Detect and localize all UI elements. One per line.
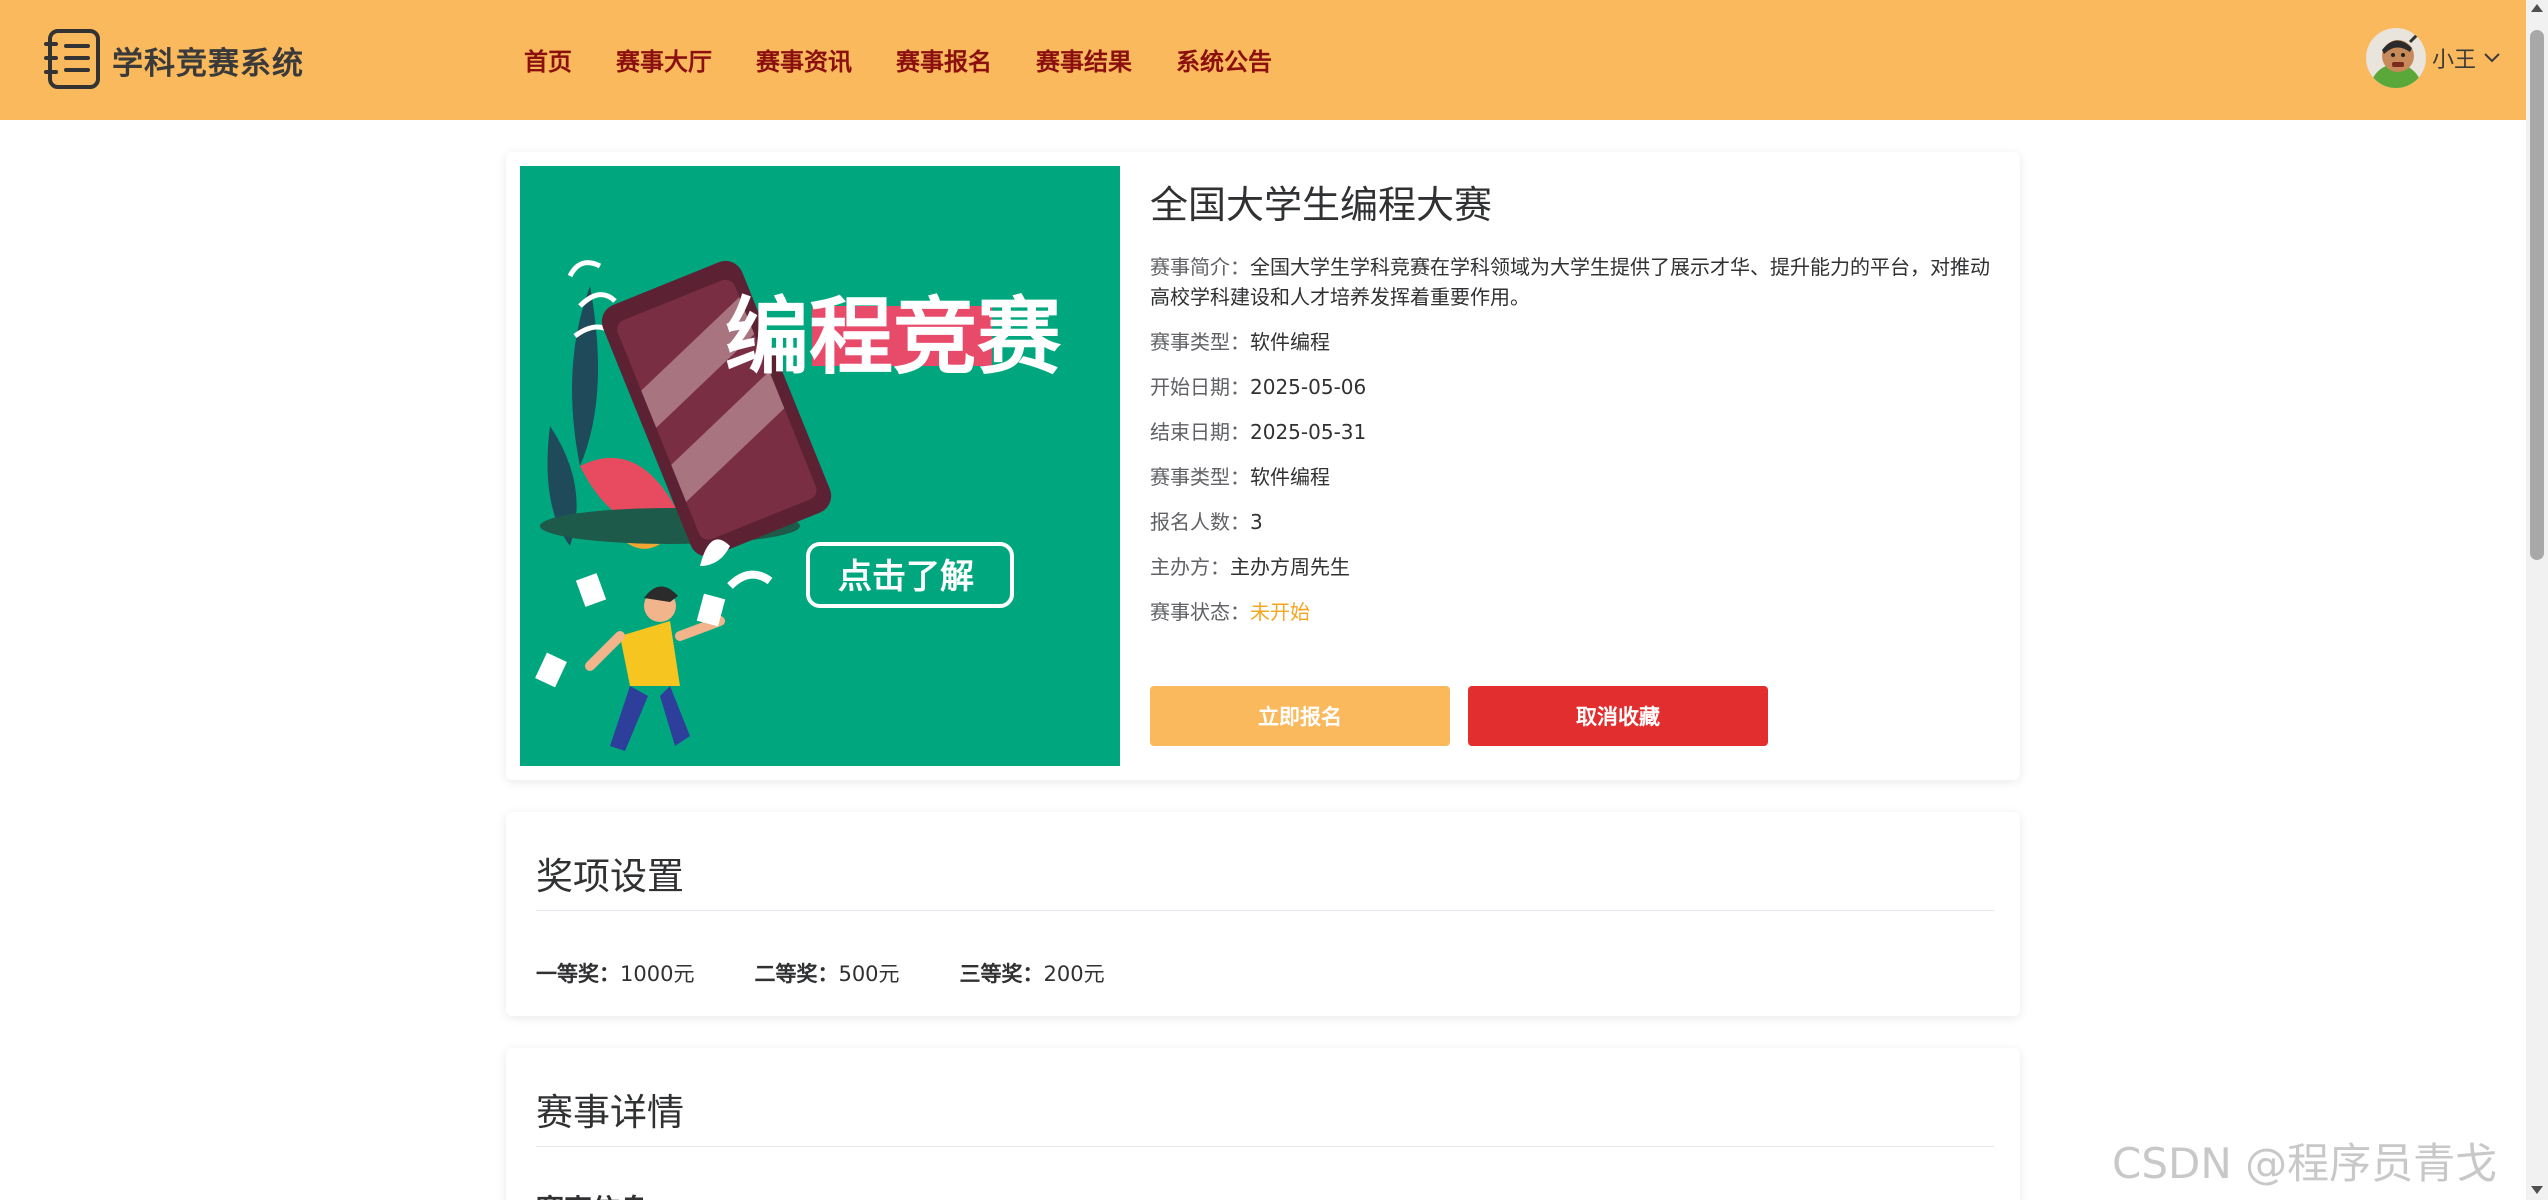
info-label: 主办方：: [1150, 555, 1230, 579]
nav-competition-signup[interactable]: 赛事报名: [896, 42, 992, 77]
avatar[interactable]: [2366, 28, 2426, 88]
scroll-down-arrow-icon[interactable]: [2531, 1186, 2543, 1194]
scroll-thumb[interactable]: [2530, 30, 2544, 560]
prize-amount: 500元: [838, 962, 900, 986]
watermark: CSDN @程序员青戈: [2112, 1139, 2498, 1188]
info-label: 结束日期：: [1150, 420, 1250, 444]
prize-amount: 200元: [1043, 962, 1105, 986]
prize-label: 三等奖：: [959, 962, 1044, 986]
info-row-start-date: 开始日期：2025-05-06: [1150, 372, 2000, 402]
info-value: 2025-05-06: [1250, 375, 1367, 399]
competition-summary-card: 编程竞赛 点击了解 全国大学生编程大赛 赛事简介：全国大学生学科竞赛在学科领域为…: [506, 152, 2020, 780]
info-value: 3: [1250, 510, 1263, 534]
info-label: 赛事简介：: [1150, 255, 1250, 279]
info-value: 软件编程: [1250, 330, 1330, 354]
info-label: 开始日期：: [1150, 375, 1250, 399]
top-header: 学科竞赛系统 首页 赛事大厅 赛事资讯 赛事报名 赛事结果 系统公告 小王: [0, 0, 2526, 120]
scroll-up-arrow-icon[interactable]: [2531, 4, 2543, 12]
user-menu[interactable]: 小王: [2366, 28, 2502, 88]
details-section-title: 赛事详情: [536, 1091, 684, 1134]
competition-details-card: 赛事详情 赛事信息: [506, 1048, 2020, 1200]
cancel-favorite-button[interactable]: 取消收藏: [1468, 686, 1768, 746]
prize-item-third: 三等奖：200元: [960, 958, 1105, 988]
info-row-type-2: 赛事类型：软件编程: [1150, 462, 2000, 492]
status-badge: 未开始: [1250, 600, 1310, 624]
poster-headline: 编程竞赛: [725, 288, 1062, 386]
info-row-intro: 赛事简介：全国大学生学科竞赛在学科领域为大学生提供了展示才华、提升能力的平台，对…: [1150, 252, 2000, 312]
prize-item-second: 二等奖：500元: [754, 958, 899, 988]
page-scrollbar[interactable]: [2526, 0, 2548, 1200]
notebook-logo-icon[interactable]: [44, 28, 102, 90]
info-row-end-date: 结束日期：2025-05-31: [1150, 417, 2000, 447]
nav-competition-news[interactable]: 赛事资讯: [756, 42, 852, 77]
info-label: 报名人数：: [1150, 510, 1250, 534]
info-value: 2025-05-31: [1250, 420, 1367, 444]
nav-home[interactable]: 首页: [524, 42, 572, 77]
info-value: 主办方周先生: [1230, 555, 1350, 579]
username[interactable]: 小王: [2432, 42, 2476, 74]
nav-announcements[interactable]: 系统公告: [1176, 42, 1272, 77]
prize-label: 二等奖：: [754, 962, 839, 986]
prize-item-first: 一等奖：1000元: [536, 958, 694, 988]
info-value: 软件编程: [1250, 465, 1330, 489]
signup-button[interactable]: 立即报名: [1150, 686, 1450, 746]
main-nav: 首页 赛事大厅 赛事资讯 赛事报名 赛事结果 系统公告: [524, 42, 1272, 77]
info-row-organizer: 主办方：主办方周先生: [1150, 552, 2000, 582]
app-title[interactable]: 学科竞赛系统: [112, 38, 304, 83]
section-divider: [536, 1146, 1994, 1147]
info-label: 赛事状态：: [1150, 600, 1250, 624]
nav-competition-hall[interactable]: 赛事大厅: [616, 42, 712, 77]
info-value: 全国大学生学科竞赛在学科领域为大学生提供了展示才华、提升能力的平台，对推动高校学…: [1150, 255, 1990, 309]
competition-info: 赛事简介：全国大学生学科竞赛在学科领域为大学生提供了展示才华、提升能力的平台，对…: [1150, 252, 2000, 642]
info-row-signup-count: 报名人数：3: [1150, 507, 2000, 537]
chevron-down-icon[interactable]: [2482, 51, 2502, 65]
info-row-status: 赛事状态：未开始: [1150, 597, 2000, 627]
competition-title: 全国大学生编程大赛: [1150, 183, 1493, 227]
prize-amount: 1000元: [620, 962, 695, 986]
info-label: 赛事类型：: [1150, 465, 1250, 489]
prize-list: 一等奖：1000元 二等奖：500元 三等奖：200元: [536, 958, 1105, 988]
prize-label: 一等奖：: [536, 962, 620, 986]
poster-cta: 点击了解: [838, 557, 974, 597]
details-subtitle: 赛事信息: [536, 1188, 648, 1200]
info-row-type: 赛事类型：软件编程: [1150, 327, 2000, 357]
nav-competition-results[interactable]: 赛事结果: [1036, 42, 1132, 77]
prize-section-title: 奖项设置: [536, 855, 684, 898]
competition-poster-image[interactable]: 编程竞赛 点击了解: [520, 166, 1120, 766]
section-divider: [536, 910, 1994, 911]
prize-settings-card: 奖项设置 一等奖：1000元 二等奖：500元 三等奖：200元: [506, 812, 2020, 1016]
info-label: 赛事类型：: [1150, 330, 1250, 354]
